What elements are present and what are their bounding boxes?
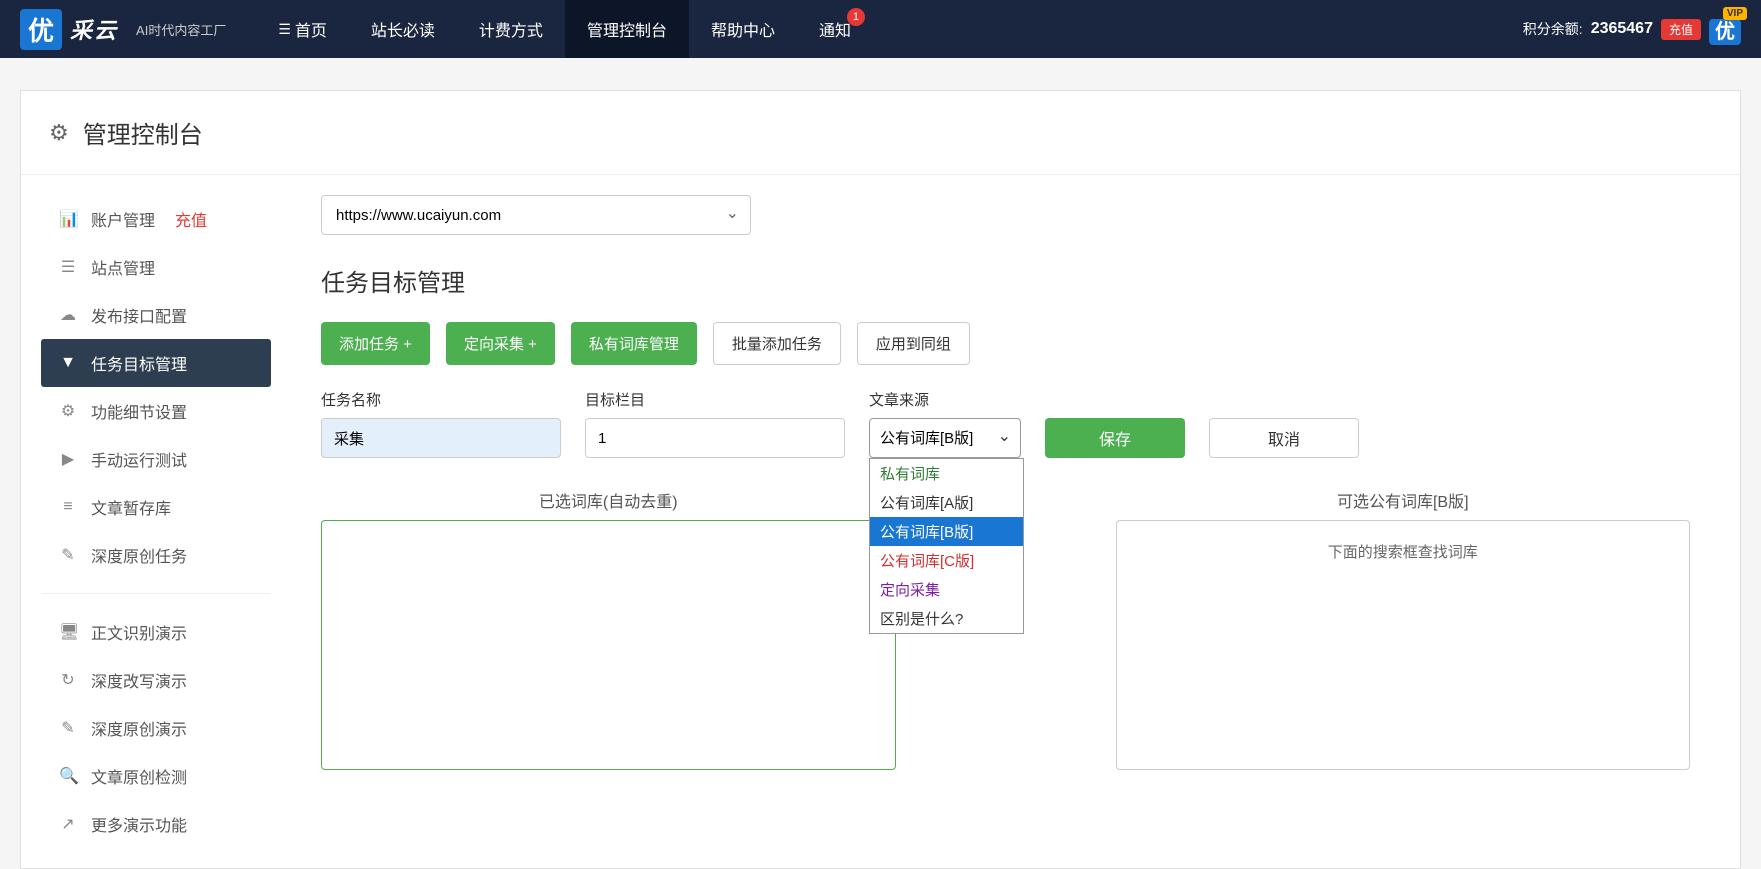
dropdown-option-b[interactable]: 公有词库[B版] [870,517,1023,546]
sidebar-site[interactable]: ☰ 站点管理 [41,243,271,291]
page-header: ⚙ 管理控制台 [21,91,1740,175]
cancel-button[interactable]: 取消 [1209,418,1359,458]
sidebar-settings[interactable]: ⚙ 功能细节设置 [41,387,271,435]
vip-logo-icon: 优 [1709,19,1741,45]
selected-lib-title: 已选词库(自动去重) [321,488,896,512]
database-icon: ≡ [59,498,77,516]
logo-subtitle: AI时代内容工厂 [136,20,226,39]
nav-right: 积分余额: 2365467 充值 优 VIP [1523,15,1741,44]
points-label: 积分余额: [1523,19,1583,39]
nav-items: ☰首页 站长必读 计费方式 管理控制台 帮助中心 通知 1 [256,0,873,58]
article-source-select[interactable]: 公有词库[B版] [869,418,1021,458]
sidebar-recharge-link[interactable]: 充值 [175,207,207,231]
task-name-label: 任务名称 [321,389,561,410]
page-title: 管理控制台 [83,115,203,150]
recharge-button[interactable]: 充值 [1661,19,1701,40]
form-row: 任务名称 目标栏目 文章来源 公有词库[B版] 私有词库 公 [321,389,1690,458]
section-title: 任务目标管理 [321,263,1690,298]
add-task-button[interactable]: 添加任务 + [321,322,430,365]
target-column-input[interactable] [585,418,845,458]
nav-console[interactable]: 管理控制台 [565,0,689,58]
notification-badge: 1 [847,8,865,26]
sidebar-rewrite-demo[interactable]: ↻ 深度改写演示 [41,656,271,704]
batch-add-button[interactable]: 批量添加任务 [713,322,841,365]
nav-home[interactable]: ☰首页 [256,0,349,58]
available-hint: 下面的搜索框查找词库 [1137,541,1670,562]
nav-pricing[interactable]: 计费方式 [457,0,565,58]
nav-webmaster[interactable]: 站长必读 [349,0,457,58]
edit-icon: ✎ [59,718,77,738]
direct-collect-button[interactable]: 定向采集 + [446,322,555,365]
nav-notification[interactable]: 通知 1 [797,0,873,58]
gears-icon: ⚙ [59,401,77,421]
available-lib-title: 可选公有词库[B版] [1116,488,1691,512]
sidebar-text-recognition[interactable]: 🖥 正文识别演示 [41,608,271,656]
available-lib-box[interactable]: 下面的搜索框查找词库 [1116,520,1691,770]
selected-lib-column: 已选词库(自动去重) [321,488,896,770]
sidebar: 📊 账户管理 充值 ☰ 站点管理 ☁ 发布接口配置 ▼ 任务目标管理 ⚙ 功能细… [21,175,291,868]
logo-name: 采云 [70,13,118,45]
points-value: 2365467 [1591,20,1653,38]
cloud-icon: ☁ [59,305,77,325]
top-nav: 优 采云 AI时代内容工厂 ☰首页 站长必读 计费方式 管理控制台 帮助中心 通… [0,0,1761,58]
vip-icon[interactable]: 优 VIP [1709,15,1741,44]
play-icon: ▶ [59,449,77,469]
sidebar-original-demo[interactable]: ✎ 深度原创演示 [41,704,271,752]
sidebar-manual-test[interactable]: ▶ 手动运行测试 [41,435,271,483]
selected-lib-box[interactable] [321,520,896,770]
list-icon: ☰ [278,21,291,38]
main-container: ⚙ 管理控制台 📊 账户管理 充值 ☰ 站点管理 ☁ 发布接口配置 ▼ 任务目标… [20,90,1741,869]
sidebar-more-demo[interactable]: ↗ 更多演示功能 [41,800,271,848]
main-content: https://www.ucaiyun.com 任务目标管理 添加任务 + 定向… [291,175,1740,868]
available-lib-column: 可选公有词库[B版] 下面的搜索框查找词库 [1116,488,1691,770]
list-icon: ☰ [59,257,77,277]
url-select-wrap: https://www.ucaiyun.com [321,195,751,235]
button-row: 添加任务 + 定向采集 + 私有词库管理 批量添加任务 应用到同组 [321,322,1690,365]
sidebar-originality-check[interactable]: 🔍 文章原创检测 [41,752,271,800]
url-select[interactable]: https://www.ucaiyun.com [321,195,751,235]
nav-help[interactable]: 帮助中心 [689,0,797,58]
sidebar-deep-original[interactable]: ✎ 深度原创任务 [41,531,271,579]
logo[interactable]: 优 采云 AI时代内容工厂 [20,9,226,50]
sidebar-article-store[interactable]: ≡ 文章暂存库 [41,483,271,531]
apply-group-button[interactable]: 应用到同组 [857,322,970,365]
dropdown-option-diff[interactable]: 区别是什么? [870,604,1023,633]
dropdown-option-direct[interactable]: 定向采集 [870,575,1023,604]
sidebar-publish[interactable]: ☁ 发布接口配置 [41,291,271,339]
search-icon: 🔍 [59,766,77,786]
article-source-label: 文章来源 [869,389,1021,410]
save-button[interactable]: 保存 [1045,418,1185,458]
share-icon: ↗ [59,814,77,834]
sidebar-account[interactable]: 📊 账户管理 充值 [41,195,271,243]
dropdown-option-private[interactable]: 私有词库 [870,459,1023,488]
source-dropdown: 私有词库 公有词库[A版] 公有词库[B版] 公有词库[C版] 定向采集 区别是… [869,458,1024,634]
monitor-icon: 🖥 [59,622,77,642]
edit-icon: ✎ [59,545,77,565]
bar-chart-icon: 📊 [59,209,77,229]
private-lib-button[interactable]: 私有词库管理 [571,322,697,365]
refresh-icon: ↻ [59,670,77,690]
sidebar-task-target[interactable]: ▼ 任务目标管理 [41,339,271,387]
sidebar-divider [41,593,271,594]
task-name-input[interactable] [321,418,561,458]
gear-icon: ⚙ [49,120,69,146]
dropdown-option-a[interactable]: 公有词库[A版] [870,488,1023,517]
filter-icon: ▼ [59,354,77,372]
vip-badge: VIP [1723,7,1747,20]
logo-icon: 优 [20,9,62,50]
dropdown-option-c[interactable]: 公有词库[C版] [870,546,1023,575]
target-column-label: 目标栏目 [585,389,845,410]
